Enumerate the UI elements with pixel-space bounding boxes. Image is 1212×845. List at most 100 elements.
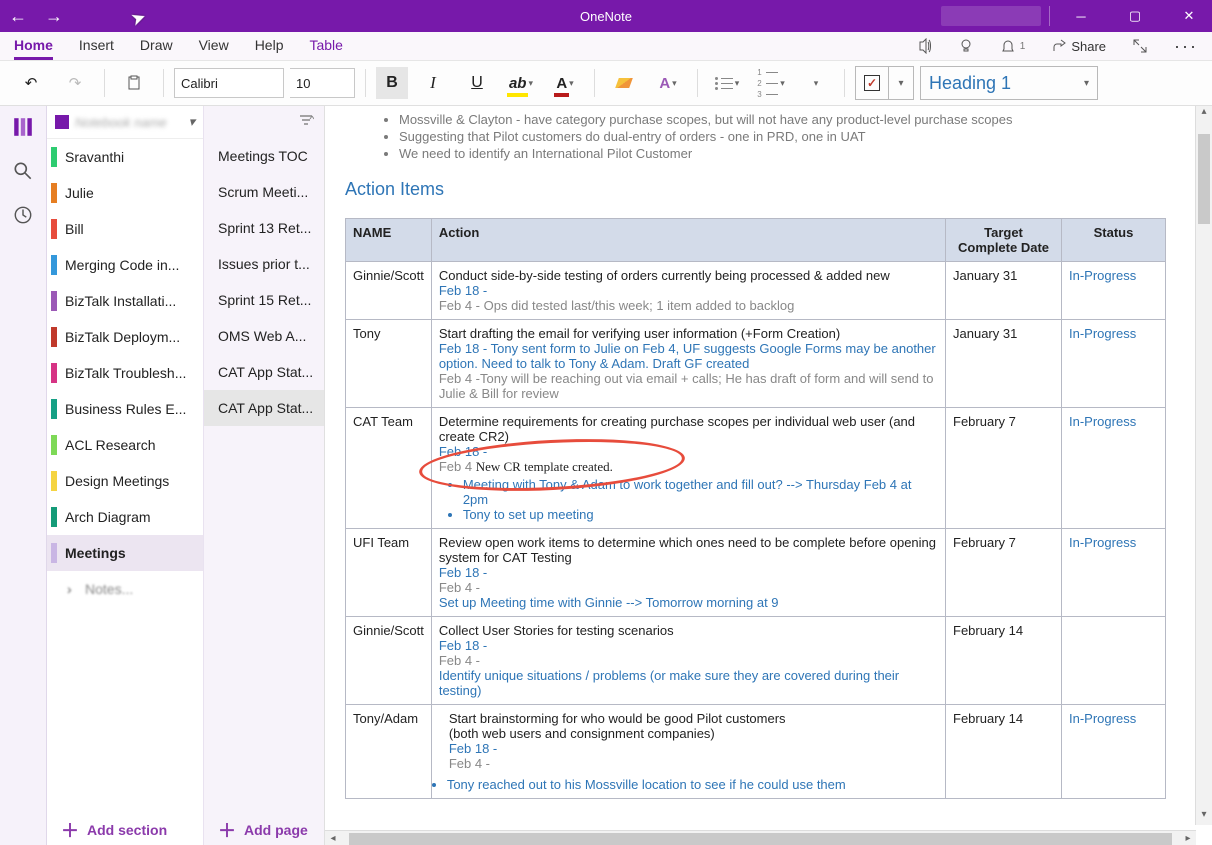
section-group-item[interactable]: ›Notes... bbox=[47, 571, 203, 607]
page-item[interactable]: CAT App Stat... bbox=[204, 354, 324, 390]
nav-rail bbox=[0, 106, 47, 845]
tab-view[interactable]: View bbox=[199, 33, 229, 60]
section-label: Business Rules E... bbox=[65, 401, 186, 417]
page-item[interactable]: Scrum Meeti... bbox=[204, 174, 324, 210]
style-select[interactable]: Heading 1▾ bbox=[920, 66, 1098, 100]
section-item[interactable]: Bill bbox=[47, 211, 203, 247]
read-aloud-button[interactable] bbox=[916, 38, 932, 54]
minimize-button[interactable]: ─ bbox=[1058, 9, 1104, 24]
more-button[interactable]: ··· bbox=[1174, 36, 1198, 57]
section-item[interactable]: BizTalk Troublesh... bbox=[47, 355, 203, 391]
undo-button[interactable]: ↶ bbox=[12, 68, 50, 98]
underline-button[interactable]: U bbox=[458, 68, 496, 98]
section-label: BizTalk Installati... bbox=[65, 293, 176, 309]
table-row: Tony Start drafting the email for verify… bbox=[346, 320, 1166, 408]
col-action: Action bbox=[431, 219, 945, 262]
add-page-button[interactable]: ＋Add page bbox=[204, 813, 324, 845]
ribbon: ↶ ↷ Calibri 10 B I U ab▾ A▾ A▾ ▾ 123▾ ▾ … bbox=[0, 61, 1212, 106]
recent-icon[interactable] bbox=[12, 204, 34, 226]
forward-button[interactable]: → bbox=[36, 6, 72, 27]
paragraph-more-button[interactable]: ▾ bbox=[796, 68, 834, 98]
vertical-scrollbar[interactable]: ▴ ▾ bbox=[1195, 106, 1212, 825]
redo-button[interactable]: ↷ bbox=[56, 68, 94, 98]
section-label: Meetings bbox=[65, 545, 126, 561]
page-item[interactable]: OMS Web A... bbox=[204, 318, 324, 354]
fullscreen-button[interactable] bbox=[1132, 38, 1148, 54]
action-items-table[interactable]: NAME Action Target Complete Date Status … bbox=[345, 218, 1166, 799]
to-do-tag-button[interactable]: ✓ ▾ bbox=[855, 66, 914, 100]
font-color-button[interactable]: A▾ bbox=[546, 68, 584, 98]
col-name: NAME bbox=[346, 219, 432, 262]
table-row: CAT Team Determine requirements for crea… bbox=[346, 408, 1166, 529]
section-item[interactable]: Arch Diagram bbox=[47, 499, 203, 535]
app-title: OneNote bbox=[580, 9, 632, 24]
section-item[interactable]: Design Meetings bbox=[47, 463, 203, 499]
bold-button[interactable]: B bbox=[376, 67, 408, 99]
numbered-list-button[interactable]: 123▾ bbox=[752, 68, 790, 98]
notebook-dropdown-icon[interactable]: ▾ bbox=[188, 114, 195, 130]
page-item[interactable]: Sprint 13 Ret... bbox=[204, 210, 324, 246]
notebooks-icon[interactable] bbox=[12, 116, 34, 138]
add-section-button[interactable]: ＋Add section bbox=[47, 813, 203, 845]
table-row: Ginnie/Scott Collect User Stories for te… bbox=[346, 617, 1166, 705]
section-item[interactable]: BizTalk Deploym... bbox=[47, 319, 203, 355]
page-canvas[interactable]: Mossville & Clayton - have category purc… bbox=[325, 106, 1212, 845]
section-item[interactable]: Merging Code in... bbox=[47, 247, 203, 283]
menu-bar: Home Insert Draw View Help Table 1 Share… bbox=[0, 32, 1212, 61]
paste-button[interactable] bbox=[115, 68, 153, 98]
col-target: Target Complete Date bbox=[946, 219, 1062, 262]
section-label: Merging Code in... bbox=[65, 257, 179, 273]
section-item[interactable]: ACL Research bbox=[47, 427, 203, 463]
close-button[interactable]: ✕ bbox=[1166, 8, 1212, 24]
search-icon[interactable] bbox=[12, 160, 34, 182]
font-size-select[interactable]: 10 bbox=[290, 68, 355, 98]
table-row: UFI Team Review open work items to deter… bbox=[346, 529, 1166, 617]
scroll-thumb[interactable] bbox=[349, 833, 1172, 845]
tab-home[interactable]: Home bbox=[14, 33, 53, 60]
section-item[interactable]: BizTalk Installati... bbox=[47, 283, 203, 319]
tab-draw[interactable]: Draw bbox=[140, 33, 173, 60]
back-button[interactable]: ← bbox=[0, 6, 36, 27]
tab-table[interactable]: Table bbox=[309, 33, 342, 60]
col-status: Status bbox=[1062, 219, 1166, 262]
maximize-button[interactable]: ▢ bbox=[1112, 8, 1158, 24]
tab-help[interactable]: Help bbox=[255, 33, 284, 60]
sort-icon[interactable] bbox=[298, 113, 314, 132]
section-item[interactable]: Business Rules E... bbox=[47, 391, 203, 427]
format-painter-button[interactable]: A▾ bbox=[649, 68, 687, 98]
section-label: BizTalk Deploym... bbox=[65, 329, 180, 345]
section-label: Sravanthi bbox=[65, 149, 124, 165]
notebook-header[interactable]: Notebook name ▾ bbox=[47, 106, 203, 139]
section-label: Bill bbox=[65, 221, 84, 237]
table-row: Tony/Adam Start brainstorming for who wo… bbox=[346, 705, 1166, 799]
clear-formatting-button[interactable] bbox=[605, 68, 643, 98]
pages-panel: Meetings TOCScrum Meeti...Sprint 13 Ret.… bbox=[204, 106, 325, 845]
page-item[interactable]: Sprint 15 Ret... bbox=[204, 282, 324, 318]
horizontal-scrollbar[interactable]: ◂ ▸ bbox=[325, 830, 1196, 845]
section-item[interactable]: Meetings bbox=[47, 535, 203, 571]
section-label: Julie bbox=[65, 185, 94, 201]
title-bar: ← → OneNote ─ ▢ ✕ bbox=[0, 0, 1212, 32]
bullet-list-button[interactable]: ▾ bbox=[708, 68, 746, 98]
font-name-select[interactable]: Calibri bbox=[174, 68, 284, 98]
action-items-heading: Action Items bbox=[345, 179, 1166, 200]
user-account-button[interactable] bbox=[941, 6, 1041, 26]
share-button[interactable]: Share bbox=[1051, 38, 1106, 54]
note-bullets: Mossville & Clayton - have category purc… bbox=[359, 112, 1166, 161]
page-item[interactable]: Issues prior t... bbox=[204, 246, 324, 282]
section-label: ACL Research bbox=[65, 437, 156, 453]
scroll-thumb[interactable] bbox=[1198, 134, 1210, 224]
section-label: Design Meetings bbox=[65, 473, 169, 489]
notifications-button[interactable]: 1 bbox=[1000, 38, 1026, 54]
page-item[interactable]: CAT App Stat... bbox=[204, 390, 324, 426]
highlight-button[interactable]: ab▾ bbox=[502, 68, 540, 98]
tab-insert[interactable]: Insert bbox=[79, 33, 114, 60]
section-label: Arch Diagram bbox=[65, 509, 151, 525]
tips-button[interactable] bbox=[958, 38, 974, 54]
sections-panel: Notebook name ▾ Sravanthi Julie Bill Mergin… bbox=[47, 106, 204, 845]
table-row: Ginnie/Scott Conduct side-by-side testin… bbox=[346, 262, 1166, 320]
italic-button[interactable]: I bbox=[414, 68, 452, 98]
section-item[interactable]: Sravanthi bbox=[47, 139, 203, 175]
section-item[interactable]: Julie bbox=[47, 175, 203, 211]
page-item[interactable]: Meetings TOC bbox=[204, 138, 324, 174]
